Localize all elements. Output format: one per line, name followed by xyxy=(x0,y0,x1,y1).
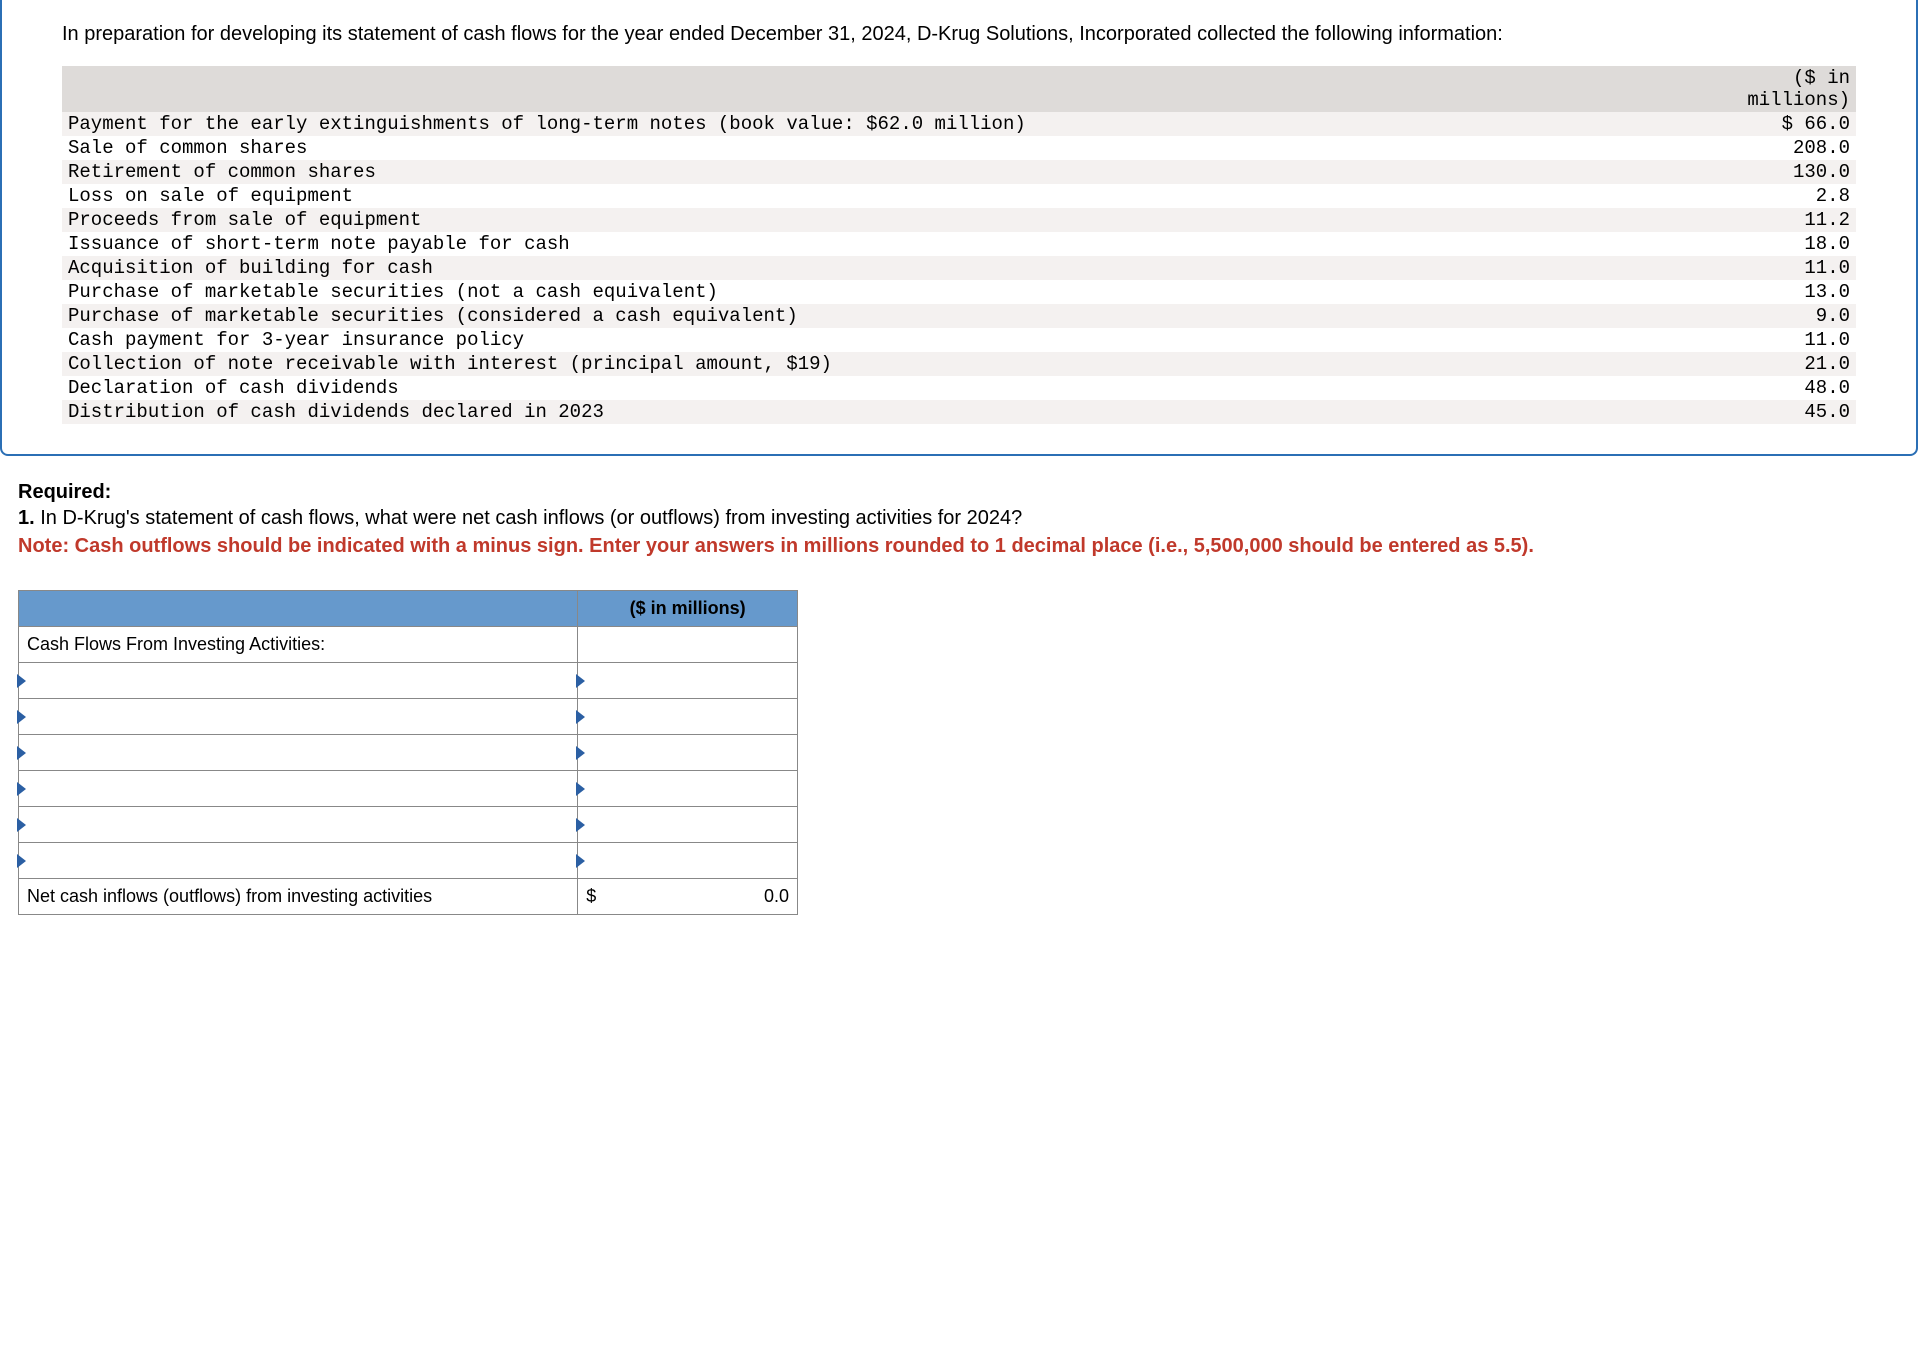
data-row: Loss on sale of equipment2.8 xyxy=(62,184,1856,208)
answer-label-select-6[interactable] xyxy=(19,843,578,879)
dropdown-indicator-icon xyxy=(576,674,585,688)
data-label-cell: Payment for the early extinguishments of… xyxy=(62,112,1726,136)
dropdown-indicator-icon xyxy=(17,818,26,832)
total-amount-cell: $ 0.0 xyxy=(578,879,798,915)
answer-amount-select-2[interactable] xyxy=(578,699,798,735)
required-heading: Required: xyxy=(18,481,111,503)
data-row: Declaration of cash dividends48.0 xyxy=(62,376,1856,400)
answer-amount-select-1[interactable] xyxy=(578,663,798,699)
answer-header-amount: ($ in millions) xyxy=(578,591,798,627)
dropdown-indicator-icon xyxy=(576,854,585,868)
data-amount-cell: 2.8 xyxy=(1726,184,1856,208)
answer-input-row-1 xyxy=(19,663,798,699)
data-amount-cell: 130.0 xyxy=(1726,160,1856,184)
question-container: In preparation for developing its statem… xyxy=(0,0,1918,456)
data-row: Distribution of cash dividends declared … xyxy=(62,400,1856,424)
data-amount-cell: 45.0 xyxy=(1726,400,1856,424)
data-row: Retirement of common shares130.0 xyxy=(62,160,1856,184)
answer-label-select-2[interactable] xyxy=(19,699,578,735)
data-label-cell: Acquisition of building for cash xyxy=(62,256,1726,280)
data-amount-cell: 11.0 xyxy=(1726,328,1856,352)
answer-input-row-4 xyxy=(19,771,798,807)
required-block: Required: 1. In D-Krug's statement of ca… xyxy=(18,481,1900,532)
answer-input-row-6 xyxy=(19,843,798,879)
header-blank-cell xyxy=(62,66,1726,112)
answer-amount-select-3[interactable] xyxy=(578,735,798,771)
answer-label-select-5[interactable] xyxy=(19,807,578,843)
table-header-row: ($ in millions) xyxy=(62,66,1856,112)
total-label-cell: Net cash inflows (outflows) from investi… xyxy=(19,879,578,915)
question-text: In D-Krug's statement of cash flows, wha… xyxy=(40,507,1022,529)
section-title-amount-blank xyxy=(578,627,798,663)
data-label-cell: Sale of common shares xyxy=(62,136,1726,160)
data-label-cell: Cash payment for 3-year insurance policy xyxy=(62,328,1726,352)
answer-input-row-5 xyxy=(19,807,798,843)
data-row: Issuance of short-term note payable for … xyxy=(62,232,1856,256)
dropdown-indicator-icon xyxy=(576,710,585,724)
dropdown-indicator-icon xyxy=(17,674,26,688)
answer-table: ($ in millions) Cash Flows From Investin… xyxy=(18,590,798,915)
data-amount-cell: 11.0 xyxy=(1726,256,1856,280)
answer-label-select-1[interactable] xyxy=(19,663,578,699)
question-number: 1. xyxy=(18,507,35,529)
total-row: Net cash inflows (outflows) from investi… xyxy=(19,879,798,915)
intro-text: In preparation for developing its statem… xyxy=(62,20,1856,48)
answer-amount-select-4[interactable] xyxy=(578,771,798,807)
data-amount-cell: 21.0 xyxy=(1726,352,1856,376)
currency-symbol: $ xyxy=(586,886,596,907)
answer-input-row-3 xyxy=(19,735,798,771)
data-row: Collection of note receivable with inter… xyxy=(62,352,1856,376)
note-text: Note: Cash outflows should be indicated … xyxy=(18,532,1900,560)
answer-amount-select-5[interactable] xyxy=(578,807,798,843)
data-label-cell: Issuance of short-term note payable for … xyxy=(62,232,1726,256)
information-table: ($ in millions) Payment for the early ex… xyxy=(62,66,1856,424)
required-section: Required: 1. In D-Krug's statement of ca… xyxy=(0,481,1918,915)
data-label-cell: Proceeds from sale of equipment xyxy=(62,208,1726,232)
data-amount-cell: 11.2 xyxy=(1726,208,1856,232)
data-row: Payment for the early extinguishments of… xyxy=(62,112,1856,136)
dropdown-indicator-icon xyxy=(576,746,585,760)
data-amount-cell: 48.0 xyxy=(1726,376,1856,400)
data-amount-cell: 208.0 xyxy=(1726,136,1856,160)
dropdown-indicator-icon xyxy=(576,782,585,796)
section-title-row: Cash Flows From Investing Activities: xyxy=(19,627,798,663)
section-title-cell: Cash Flows From Investing Activities: xyxy=(19,627,578,663)
data-row: Sale of common shares208.0 xyxy=(62,136,1856,160)
header-amount-cell: ($ in millions) xyxy=(1726,66,1856,112)
answer-label-select-3[interactable] xyxy=(19,735,578,771)
dropdown-indicator-icon xyxy=(17,746,26,760)
dropdown-indicator-icon xyxy=(17,854,26,868)
data-amount-cell: 9.0 xyxy=(1726,304,1856,328)
data-row: Acquisition of building for cash11.0 xyxy=(62,256,1856,280)
question-line: 1. In D-Krug's statement of cash flows, … xyxy=(18,507,1022,529)
data-label-cell: Retirement of common shares xyxy=(62,160,1726,184)
dropdown-indicator-icon xyxy=(17,710,26,724)
answer-input-row-2 xyxy=(19,699,798,735)
answer-label-select-4[interactable] xyxy=(19,771,578,807)
data-amount-cell: 13.0 xyxy=(1726,280,1856,304)
answer-header-row: ($ in millions) xyxy=(19,591,798,627)
data-label-cell: Purchase of marketable securities (consi… xyxy=(62,304,1726,328)
data-label-cell: Declaration of cash dividends xyxy=(62,376,1726,400)
data-row: Purchase of marketable securities (consi… xyxy=(62,304,1856,328)
data-label-cell: Collection of note receivable with inter… xyxy=(62,352,1726,376)
answer-amount-select-6[interactable] xyxy=(578,843,798,879)
dropdown-indicator-icon xyxy=(17,782,26,796)
data-label-cell: Purchase of marketable securities (not a… xyxy=(62,280,1726,304)
data-row: Cash payment for 3-year insurance policy… xyxy=(62,328,1856,352)
data-label-cell: Loss on sale of equipment xyxy=(62,184,1726,208)
data-amount-cell: $ 66.0 xyxy=(1726,112,1856,136)
data-label-cell: Distribution of cash dividends declared … xyxy=(62,400,1726,424)
data-row: Purchase of marketable securities (not a… xyxy=(62,280,1856,304)
data-row: Proceeds from sale of equipment11.2 xyxy=(62,208,1856,232)
answer-header-blank xyxy=(19,591,578,627)
data-amount-cell: 18.0 xyxy=(1726,232,1856,256)
total-value: 0.0 xyxy=(764,886,789,907)
dropdown-indicator-icon xyxy=(576,818,585,832)
